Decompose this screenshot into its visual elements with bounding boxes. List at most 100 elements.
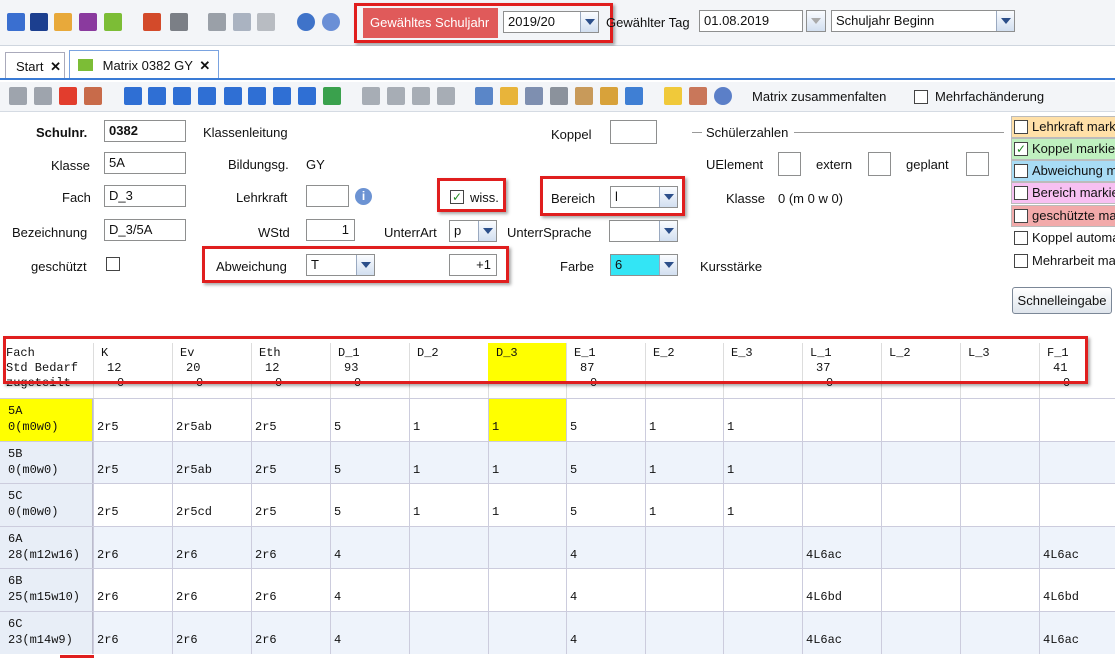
matrix-cell[interactable] (881, 484, 960, 526)
matrix-cell[interactable] (960, 569, 1039, 611)
matrix-cell[interactable]: 1 (488, 399, 566, 441)
matrix-cell[interactable] (802, 399, 881, 441)
tab-matrix[interactable]: Matrix 0382 GY ✕ (69, 50, 219, 78)
matrix-cell[interactable] (409, 612, 488, 654)
matrix-cell[interactable] (645, 569, 723, 611)
legend-item[interactable]: Mehrarbeit markiert (1011, 250, 1115, 272)
klasse-field[interactable]: 5A (104, 152, 186, 174)
fach-field[interactable]: D_3 (104, 185, 186, 207)
matrix-cell[interactable]: 1 (645, 484, 723, 526)
classes-icon[interactable] (30, 13, 48, 31)
matrix-cell[interactable]: 4L6ac (1039, 526, 1115, 569)
close-icon[interactable]: ✕ (199, 58, 210, 73)
matrix-cell[interactable]: 2r6 (93, 569, 172, 611)
row-label[interactable]: 5A 0(m0w0) (0, 399, 93, 441)
matrix-cell[interactable]: 2r5 (93, 441, 172, 484)
mode-select[interactable]: Schuljahr Beginn (831, 10, 1015, 32)
matrix-cell[interactable]: 1 (488, 441, 566, 484)
matrix-cell[interactable] (960, 441, 1039, 484)
table-row[interactable]: 6B 25(m15w10) 2r6 2r6 2r6 4 4 4L6bd 4L6bd (0, 568, 1115, 611)
books-icon[interactable] (143, 13, 161, 31)
lehrkraft-field[interactable] (306, 185, 349, 207)
tab-start[interactable]: Start ✕ (5, 52, 65, 78)
matrix-cell[interactable] (645, 526, 723, 569)
matrix-cell[interactable] (488, 569, 566, 611)
bottom-icon[interactable] (298, 87, 316, 105)
legend-item[interactable]: ✓ Koppel markiert (1011, 138, 1115, 160)
bulb-icon[interactable] (664, 87, 682, 105)
bezeichnung-field[interactable]: D_3/5A (104, 219, 186, 241)
matrix-cell[interactable]: 5 (330, 441, 409, 484)
down-icon[interactable] (273, 87, 291, 105)
person-icon[interactable] (689, 87, 707, 105)
matrix-cell[interactable]: 4 (330, 612, 409, 654)
schnelleingabe-button[interactable]: Schnelleingabe (1012, 287, 1112, 314)
matrix-cell[interactable] (1039, 441, 1115, 484)
matrix-cell[interactable] (960, 612, 1039, 654)
unterrsprache-select[interactable] (609, 220, 678, 242)
matrix-cell[interactable]: 4 (566, 569, 645, 611)
matrix-cell[interactable]: 4L6ac (802, 526, 881, 569)
matrix-cell[interactable]: 5 (566, 399, 645, 441)
tag-input[interactable]: 01.08.2019 (699, 10, 803, 32)
matrix-cell[interactable]: 5 (566, 441, 645, 484)
window-icon[interactable] (233, 13, 251, 31)
table-row[interactable]: 5A 0(m0w0) 2r5 2r5ab 2r5 5 1 1 5 1 1 (0, 398, 1115, 441)
matrix-cell[interactable]: 4L6bd (1039, 569, 1115, 611)
lightning-icon[interactable] (257, 13, 275, 31)
first-icon[interactable] (124, 87, 142, 105)
matrix-cell[interactable] (881, 399, 960, 441)
matrix-cell[interactable]: 4L6ac (1039, 612, 1115, 654)
schulnr-field[interactable]: 0382 (104, 120, 186, 142)
matrix-cell[interactable] (723, 526, 802, 569)
warning-icon[interactable] (500, 87, 518, 105)
next-icon[interactable] (173, 87, 191, 105)
geplant-field[interactable] (966, 152, 989, 176)
close-icon[interactable]: ✕ (50, 59, 61, 74)
matrix-cell[interactable]: 5 (330, 399, 409, 441)
refresh-icon[interactable] (323, 87, 341, 105)
info-icon[interactable]: i (355, 188, 372, 205)
matrix-cell[interactable] (881, 569, 960, 611)
row-label[interactable]: 6B 25(m15w10) (0, 569, 93, 611)
extern-field[interactable] (868, 152, 891, 176)
copy-icon[interactable] (412, 87, 430, 105)
back-icon[interactable] (362, 87, 380, 105)
mehrfach-checkbox[interactable] (914, 90, 928, 104)
matrix-cell[interactable]: 2r5 (251, 484, 330, 526)
matrix-cell[interactable]: 4 (330, 526, 409, 569)
matrix-cell[interactable]: 2r6 (172, 526, 251, 569)
legend-item[interactable]: geschützte markiert (1011, 205, 1115, 227)
wstd-field[interactable]: 1 (306, 219, 355, 241)
close-form-icon[interactable] (84, 87, 102, 105)
matrix-cell[interactable] (488, 612, 566, 654)
users-icon[interactable] (7, 13, 25, 31)
legend-item[interactable]: Abweichung markiert (1011, 160, 1115, 182)
matrix-cell[interactable]: 2r5 (251, 399, 330, 441)
prev-icon[interactable] (148, 87, 166, 105)
matrix-cell[interactable]: 1 (488, 484, 566, 526)
matrix-cell[interactable]: 2r6 (93, 526, 172, 569)
info-icon[interactable] (297, 13, 315, 31)
row-label[interactable]: 5C 0(m0w0) (0, 484, 93, 526)
matrix-cell[interactable]: 5 (330, 484, 409, 526)
matrix-cell[interactable] (723, 569, 802, 611)
delete-icon[interactable] (59, 87, 77, 105)
matrix-cell[interactable]: 2r5cd (172, 484, 251, 526)
matrix-cell[interactable] (1039, 484, 1115, 526)
unterrart-select[interactable]: p (449, 220, 497, 242)
matrix-cell[interactable] (960, 399, 1039, 441)
matrix-cell[interactable] (409, 569, 488, 611)
matrix-cell[interactable] (723, 612, 802, 654)
matrix-cell[interactable] (960, 526, 1039, 569)
matrix-cell[interactable]: 1 (409, 399, 488, 441)
matrix-cell[interactable]: 2r6 (93, 612, 172, 654)
matrix-cell[interactable]: 1 (645, 399, 723, 441)
farbe-select[interactable]: 6 (610, 254, 678, 276)
matrix-cell[interactable] (802, 484, 881, 526)
matrix-cell[interactable]: 4L6bd (802, 569, 881, 611)
matrix-cell[interactable]: 2r5ab (172, 399, 251, 441)
matrix-cell[interactable]: 5 (566, 484, 645, 526)
matrix-cell[interactable]: 2r5 (93, 484, 172, 526)
tag-dropdown[interactable] (806, 10, 826, 32)
